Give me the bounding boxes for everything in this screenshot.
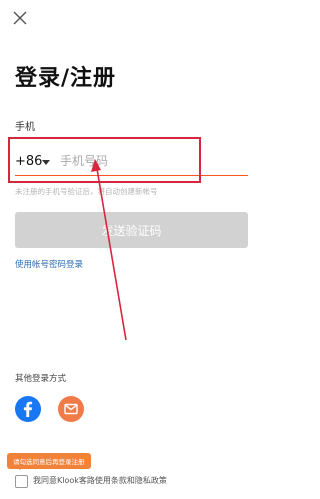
- other-login-label: 其他登录方式: [15, 374, 67, 384]
- facebook-login-button[interactable]: [15, 396, 41, 422]
- annotation-highlight-box: [8, 137, 201, 183]
- tooltip-arrow: [16, 466, 24, 470]
- signup-hint: 未注册的手机号验证后，将自动创建新帐号: [15, 187, 158, 196]
- email-login-button[interactable]: [58, 396, 84, 422]
- agreement-checkbox[interactable]: [15, 475, 28, 488]
- mail-icon: [64, 403, 78, 415]
- close-icon[interactable]: [10, 8, 30, 28]
- password-login-link[interactable]: 使用帐号密码登录: [15, 258, 83, 270]
- send-code-button[interactable]: 发送验证码: [15, 212, 248, 248]
- phone-label: 手机: [15, 122, 35, 133]
- page-title: 登录/注册: [15, 66, 117, 91]
- facebook-icon: [23, 401, 33, 417]
- agreement-text[interactable]: 我同意Klook客路使用条款和隐私政策: [33, 475, 167, 486]
